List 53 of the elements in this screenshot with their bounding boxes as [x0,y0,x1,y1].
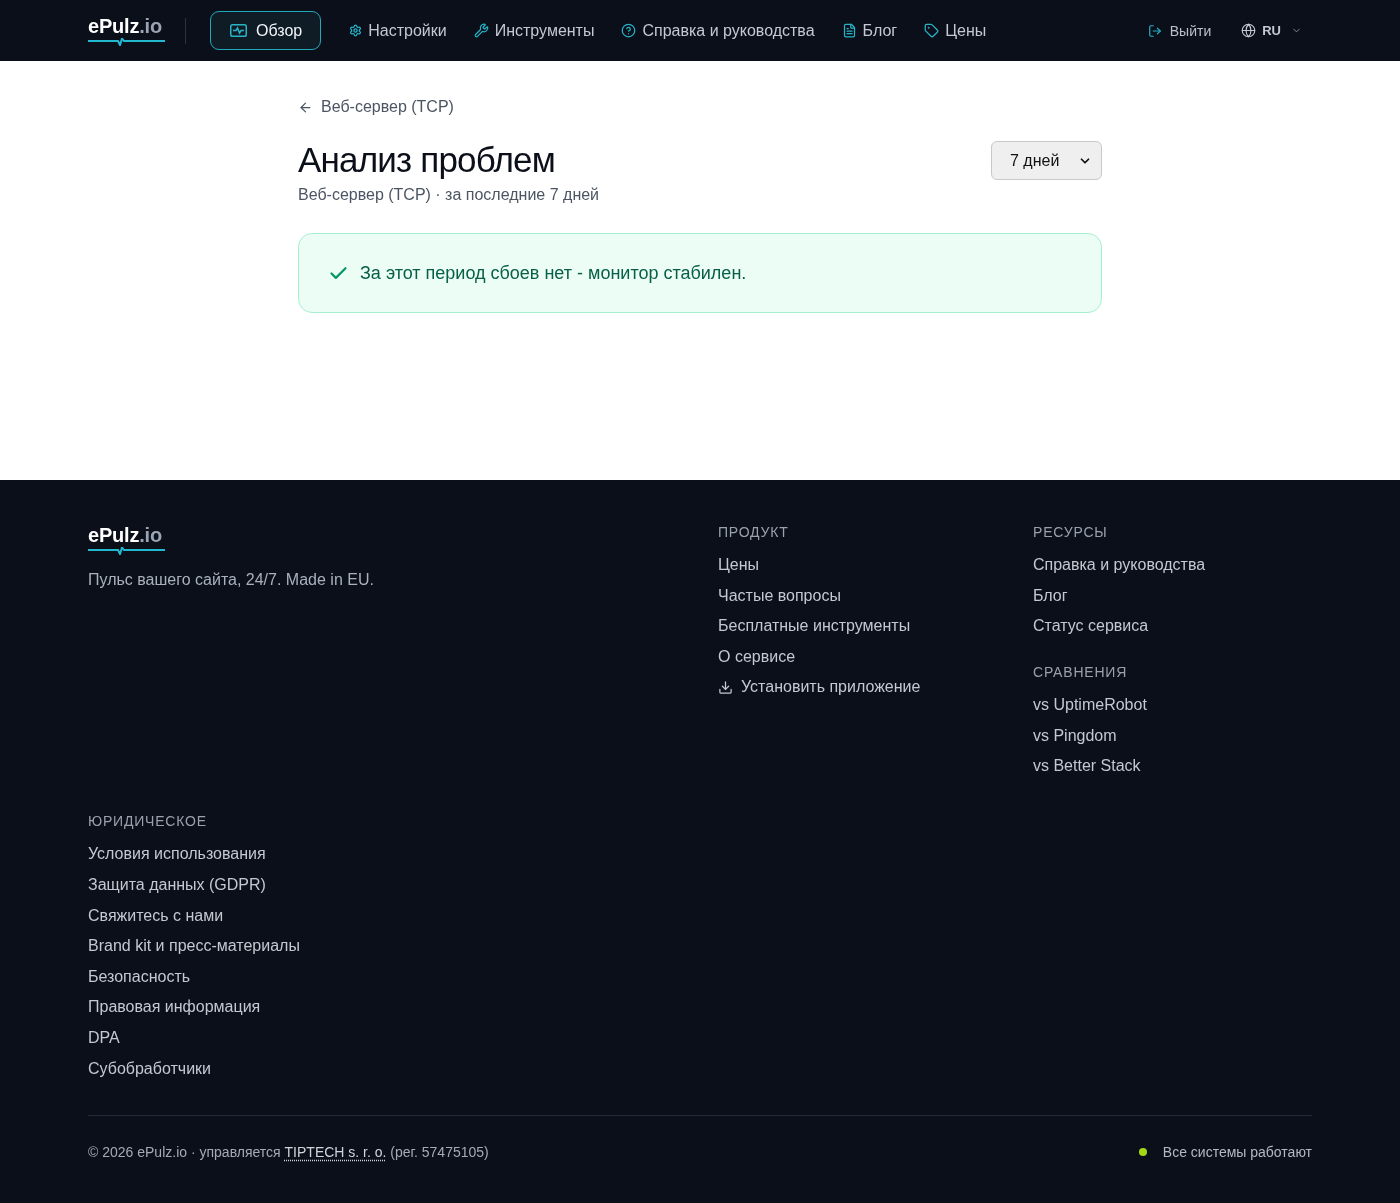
status-text: Все системы работают [1162,1143,1312,1160]
nav-link[interactable]: Справка и руководства [620,11,816,50]
logo-text[interactable]: ePulz.io [88,15,162,37]
download-icon [718,679,733,695]
back-link[interactable]: Веб-сервер (TCP) [298,97,454,117]
pulse-line-icon [88,38,165,46]
footer-link[interactable]: vs UptimeRobot [1033,693,1147,718]
footer-heading: СРАВНЕНИЯ [1033,663,1128,683]
page-subtitle: Веб-сервер (TCP) · за последние 7 дней [298,185,600,205]
footer-heading: РЕСУРСЫ [1033,523,1108,542]
logout-icon [1147,23,1162,38]
wrench-icon [473,23,489,38]
nav-link[interactable]: Обзор [210,11,322,50]
settings-icon [349,24,363,37]
footer-link[interactable]: Частые вопросы [718,583,841,608]
language-button[interactable]: RU [1241,23,1312,38]
help-icon [621,23,637,38]
footer-link[interactable]: Цены [718,553,760,577]
globe-icon [1241,23,1257,38]
page-title: Анализ проблем [298,140,555,180]
footer-link[interactable]: О сервисе [718,644,796,669]
footer-link[interactable]: Бесплатные инструменты [718,614,911,639]
footer-link[interactable]: Безопасность [88,964,191,989]
tagline: Пульс вашего сайта, 24/7. Made in EU. [88,570,374,590]
footer-link[interactable]: Brand kit и пресс-материалы [88,934,300,959]
footer-link[interactable]: Субобработчики [88,1056,211,1081]
footer-link[interactable]: Защита данных (GDPR) [88,872,266,897]
footer-link[interactable]: Условия использования [88,842,266,867]
footer-link[interactable]: vs Pingdom [1033,723,1117,748]
pulse-line-icon [88,547,165,555]
footer-link[interactable]: Блог [1033,583,1068,608]
footer-heading: ПРОДУКТ [718,523,789,542]
company-link[interactable]: TIPTECH s. r. o. [284,1143,387,1160]
nav-link[interactable]: Цены [923,11,988,50]
footer-link[interactable]: Справка и руководства [1033,553,1206,577]
footer-link[interactable]: Установить приложение [718,675,921,700]
period-select[interactable]: 7 дней [991,141,1102,180]
alert-message: За этот период сбоев нет - монитор стабилен. [360,262,747,284]
footer-link[interactable]: Правовая информация [88,995,261,1020]
tag-icon [924,23,940,38]
footer-link[interactable]: Свяжитесь с нами [88,903,224,928]
logout-link[interactable]: Выйти [1147,22,1212,39]
document-icon [841,23,857,38]
nav-link[interactable]: Блог [840,11,899,50]
copyright-text: © 2026 ePulz.io · управляется TIPTECH s. r. o. (рег. 57475105) [88,1142,489,1162]
monitor-pulse-icon [230,24,247,37]
footer-link[interactable]: Статус сервиса [1033,614,1149,639]
nav-link[interactable]: Инструменты [472,11,596,50]
footer-link[interactable]: DPA [88,1025,120,1050]
footer-heading: ЮРИДИЧЕСКОЕ [88,812,207,832]
nav-link[interactable]: Настройки [348,11,448,50]
footer-link[interactable]: vs Better Stack [1033,754,1141,779]
footer-logo-text: ePulz.io [88,524,162,546]
